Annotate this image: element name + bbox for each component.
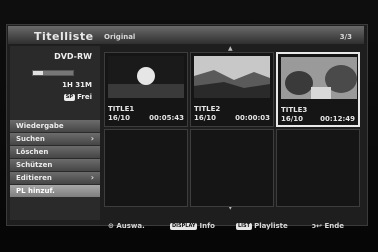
empty-slot (104, 129, 188, 207)
menu-item-wiedergabe[interactable]: Wiedergabe (10, 120, 100, 132)
thumbnail-image (281, 57, 357, 99)
menu-item-label: Schützen (16, 161, 53, 169)
guide-playlist: LIST Playliste (236, 222, 288, 230)
title-thumbnail-1[interactable]: TITLE1 16/10 00:05:43 (104, 52, 188, 127)
title-info: TITLE3 16/10 00:12:49 (281, 106, 355, 124)
title-name: TITLE3 (281, 106, 308, 114)
guide-playlist-label: Playliste (254, 222, 288, 230)
capacity-fill (33, 71, 43, 75)
menu-item-label: PL hinzuf. (16, 187, 55, 195)
submenu-arrow-icon: › (90, 173, 94, 182)
options-menu: Wiedergabe Suchen › Löschen Schützen Edit… (10, 120, 100, 198)
guide-info-label: Info (199, 222, 215, 230)
submenu-arrow-icon: › (90, 134, 94, 143)
display-key-icon: DISPLAY (170, 222, 198, 230)
title-duration: 00:12:49 (320, 115, 355, 123)
empty-slot (276, 129, 360, 207)
remaining-time: 1H 31M SP Frei (62, 79, 92, 103)
capacity-bar (32, 70, 74, 76)
title-info: TITLE1 16/10 00:05:43 (108, 105, 184, 123)
title-duration: 00:05:43 (149, 114, 184, 122)
title-grid: TITLE1 16/10 00:05:43 TITLE2 16/10 00:00… (104, 52, 362, 210)
list-key-icon: LIST (236, 222, 253, 230)
menu-item-label: Wiedergabe (16, 122, 64, 130)
screen: Titelliste Original 3/3 DVD-RW 1H 31M SP… (0, 0, 378, 252)
menu-item-label: Suchen (16, 135, 45, 143)
page-title: Titelliste (34, 30, 94, 43)
menu-item-pl-hinzufuegen[interactable]: PL hinzuf. (10, 185, 100, 197)
menu-item-suchen[interactable]: Suchen › (10, 133, 100, 145)
menu-item-editieren[interactable]: Editieren › (10, 172, 100, 184)
title-thumbnail-3[interactable]: TITLE3 16/10 00:12:49 (276, 52, 360, 127)
menu-item-label: Löschen (16, 148, 49, 156)
list-type-label: Original (104, 33, 136, 41)
recording-mode-badge: SP (63, 93, 76, 101)
guide-select-label: Auswa. (116, 222, 145, 230)
guide-select: ⊙ Auswa. (108, 222, 145, 230)
remaining-time-value: 1H 31M (62, 81, 92, 89)
menu-item-label: Editieren (16, 174, 52, 182)
scroll-up-icon[interactable]: ▲ (228, 45, 233, 52)
guide-exit-label: Ende (324, 222, 344, 230)
guide-info: DISPLAY Info (170, 222, 215, 230)
menu-item-schuetzen[interactable]: Schützen (10, 159, 100, 171)
disc-type: DVD-RW (54, 52, 92, 61)
title-thumbnail-2[interactable]: TITLE2 16/10 00:00:03 (190, 52, 274, 127)
title-name: TITLE1 (108, 105, 135, 113)
select-icon: ⊙ (108, 222, 114, 230)
return-icon: ↄ↩ (312, 222, 323, 230)
empty-slot (190, 129, 274, 207)
page-counter: 3/3 (339, 33, 352, 41)
thumbnail-image (108, 56, 184, 98)
free-label: Frei (77, 93, 92, 101)
button-guide: ⊙ Auswa. DISPLAY Info LIST Playliste ↄ↩ En… (108, 222, 368, 236)
title-info: TITLE2 16/10 00:00:03 (194, 105, 270, 123)
title-duration: 00:00:03 (235, 114, 270, 122)
menu-item-loeschen[interactable]: Löschen (10, 146, 100, 158)
guide-exit: ↄ↩ Ende (312, 222, 344, 230)
title-name: TITLE2 (194, 105, 221, 113)
thumbnail-image (194, 56, 270, 98)
